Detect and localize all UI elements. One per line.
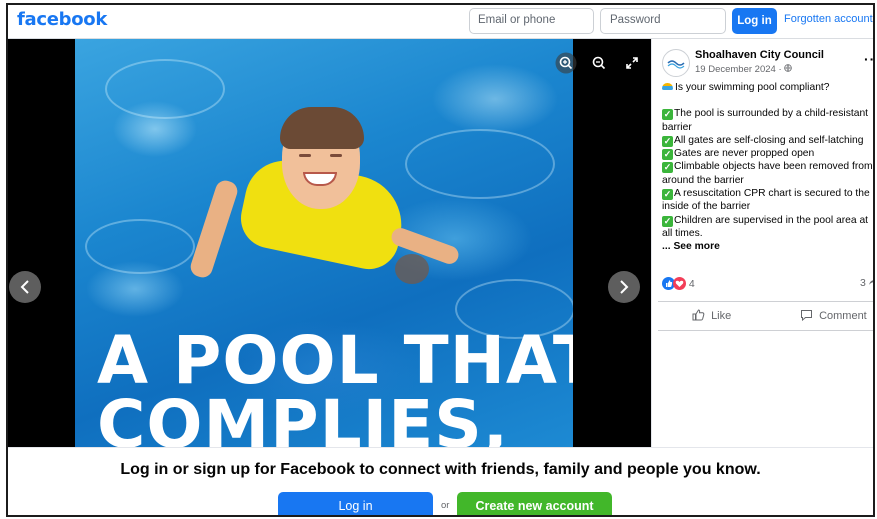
check-icon: ✓ [662, 149, 673, 161]
chevron-left-icon [20, 280, 29, 294]
checklist-item: Climbable objects have been removed from… [662, 161, 873, 186]
post-actions: Like Comment [658, 301, 873, 331]
check-icon: ✓ [662, 189, 673, 201]
globe-icon [784, 64, 793, 75]
page-name[interactable]: Shoalhaven City Council [695, 49, 824, 61]
headline-line-2: COMPLIES, [97, 386, 509, 448]
check-icon: ✓ [662, 162, 673, 174]
next-photo-button[interactable] [608, 271, 640, 303]
love-reaction-icon [673, 277, 686, 290]
email-field[interactable]: Email or phone [469, 8, 594, 34]
headline-line-1: A POOL THAT [97, 322, 573, 399]
water-ripple [105, 59, 225, 119]
checklist-item: Gates are never propped open [674, 148, 815, 160]
check-icon: ✓ [662, 135, 673, 147]
previous-photo-button[interactable] [9, 271, 41, 303]
comment-icon [800, 310, 816, 322]
shares-count-text: 3 [860, 277, 866, 289]
like-label: Like [711, 310, 732, 322]
photo-headline: A POOL THAT COMPLIES, [97, 322, 573, 448]
banner-login-button[interactable]: Log in [278, 492, 433, 515]
more-options-button[interactable]: ··· [864, 51, 873, 67]
signup-prompt: Log in or sign up for Facebook to connec… [120, 461, 761, 478]
water-ripple [405, 129, 555, 199]
check-icon: ✓ [662, 109, 673, 121]
like-button[interactable]: Like [692, 309, 731, 322]
thumbs-up-icon [692, 309, 708, 322]
signup-banner: Log in or sign up for Facebook to connec… [8, 447, 873, 515]
post-photo: A POOL THAT COMPLIES, [75, 39, 573, 447]
share-icon [868, 277, 873, 289]
create-account-button[interactable]: Create new account [457, 492, 612, 515]
or-separator: or [441, 500, 450, 511]
child-hand [395, 254, 429, 284]
child-arm [188, 178, 240, 280]
zoom-in-icon[interactable] [555, 52, 577, 74]
password-field[interactable]: Password [600, 8, 726, 34]
browser-frame: facebook Email or phone Password Log in … [6, 3, 875, 517]
facebook-logo[interactable]: facebook [17, 9, 107, 30]
post-details-panel: Shoalhaven City Council 19 December 2024… [651, 39, 873, 447]
forgotten-account-link[interactable]: Forgotten account? [784, 13, 873, 25]
see-more-link[interactable]: ... See more [662, 240, 873, 253]
checklist-item: The pool is surrounded by a child-resist… [662, 108, 869, 133]
header-login-button[interactable]: Log in [732, 8, 777, 34]
reaction-count: 4 [688, 278, 695, 290]
checklist-item: Children are supervised in the pool area… [662, 214, 869, 239]
post-intro: Is your swimming pool compliant? [675, 82, 830, 93]
post-date[interactable]: 19 December 2024 · [695, 64, 793, 75]
zoom-out-icon[interactable] [588, 52, 610, 74]
media-viewer: A POOL THAT COMPLIES, [8, 39, 651, 447]
comment-button[interactable]: Comment [800, 309, 867, 322]
child-eye [330, 154, 342, 157]
checklist-item: A resuscitation CPR chart is secured to … [662, 188, 870, 213]
child-hair [280, 107, 364, 149]
checklist-item: All gates are self-closing and self-latc… [674, 134, 864, 146]
post-date-text: 19 December 2024 · [695, 64, 785, 75]
page-avatar[interactable] [662, 49, 690, 77]
comment-label: Comment [819, 310, 867, 322]
reactions-summary[interactable]: 4 [662, 277, 695, 290]
post-text: Is your swimming pool compliant? ✓ The po… [662, 81, 873, 254]
shares-count[interactable]: 3 [860, 277, 873, 289]
child-eye [299, 154, 311, 157]
top-header: facebook Email or phone Password Log in … [8, 5, 873, 39]
fullscreen-icon[interactable] [621, 52, 643, 74]
pool-emoji-icon [662, 83, 673, 90]
check-icon: ✓ [662, 215, 673, 227]
water-ripple [85, 219, 195, 274]
chevron-right-icon [620, 280, 629, 294]
